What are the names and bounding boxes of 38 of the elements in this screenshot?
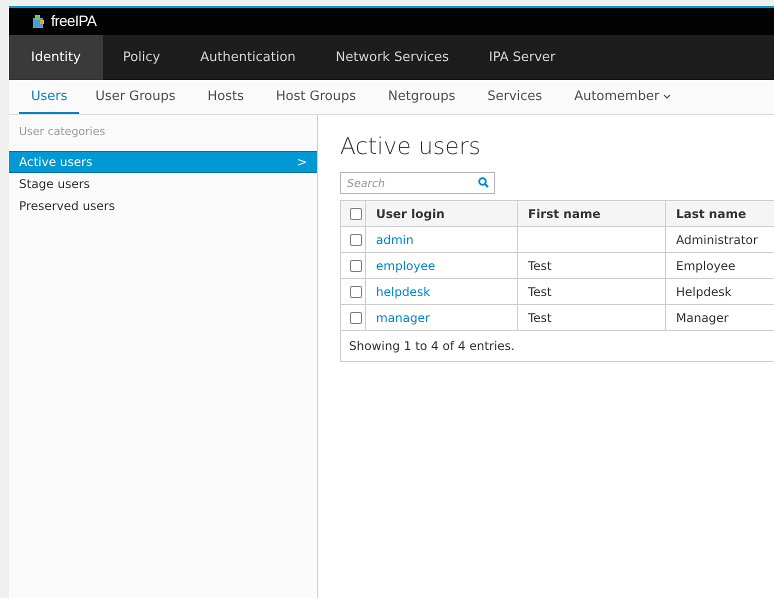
table-cell: Helpdesk: [676, 284, 732, 298]
cube-logo-icon: [31, 14, 46, 29]
row-checkbox[interactable]: [350, 234, 362, 246]
row-checkbox[interactable]: [350, 260, 362, 272]
column-header: First name: [518, 200, 666, 226]
brand-name: freeIPA: [51, 13, 96, 30]
search-field[interactable]: Search: [340, 172, 495, 194]
row-checkbox[interactable]: [350, 286, 362, 298]
user-link[interactable]: admin: [376, 232, 414, 246]
sidebar-item[interactable]: Preserved users: [9, 195, 317, 217]
entries-summary: Showing 1 to 4 of 4 entries.: [349, 339, 515, 353]
subnav-tab[interactable]: Host Groups: [260, 80, 372, 114]
subnav-tab[interactable]: Services: [471, 80, 558, 114]
select-all-checkbox[interactable]: [350, 208, 362, 220]
user-link[interactable]: manager: [376, 310, 430, 324]
nav-tab[interactable]: Identity: [9, 35, 103, 80]
nav-tab[interactable]: IPA Server: [468, 35, 576, 80]
table-cell: Administrator: [676, 232, 758, 246]
subnav-tab[interactable]: Hosts: [192, 80, 260, 114]
nav-tab[interactable]: Policy: [102, 35, 180, 80]
subnav-tab[interactable]: User Groups: [79, 80, 192, 114]
search-icon[interactable]: [478, 177, 489, 188]
column-header: User login: [366, 200, 518, 226]
column-header: Last name: [666, 200, 774, 226]
sidebar-item[interactable]: Stage users: [9, 173, 317, 195]
subnav-tab[interactable]: Netgroups: [372, 80, 472, 114]
table-cell: Test: [528, 284, 552, 298]
nav-tab[interactable]: Authentication: [180, 35, 316, 80]
subnav-tab[interactable]: Automember: [558, 80, 688, 114]
table-cell: Employee: [676, 258, 736, 272]
user-link[interactable]: helpdesk: [376, 284, 430, 298]
table-cell: Test: [528, 310, 552, 324]
row-checkbox[interactable]: [350, 312, 362, 324]
sidebar-heading: User categories: [18, 125, 106, 140]
page-title: Active users: [340, 134, 482, 160]
nav-tab[interactable]: Network Services: [316, 35, 469, 80]
table-cell: Manager: [676, 310, 729, 324]
table-cell: Test: [528, 258, 552, 272]
